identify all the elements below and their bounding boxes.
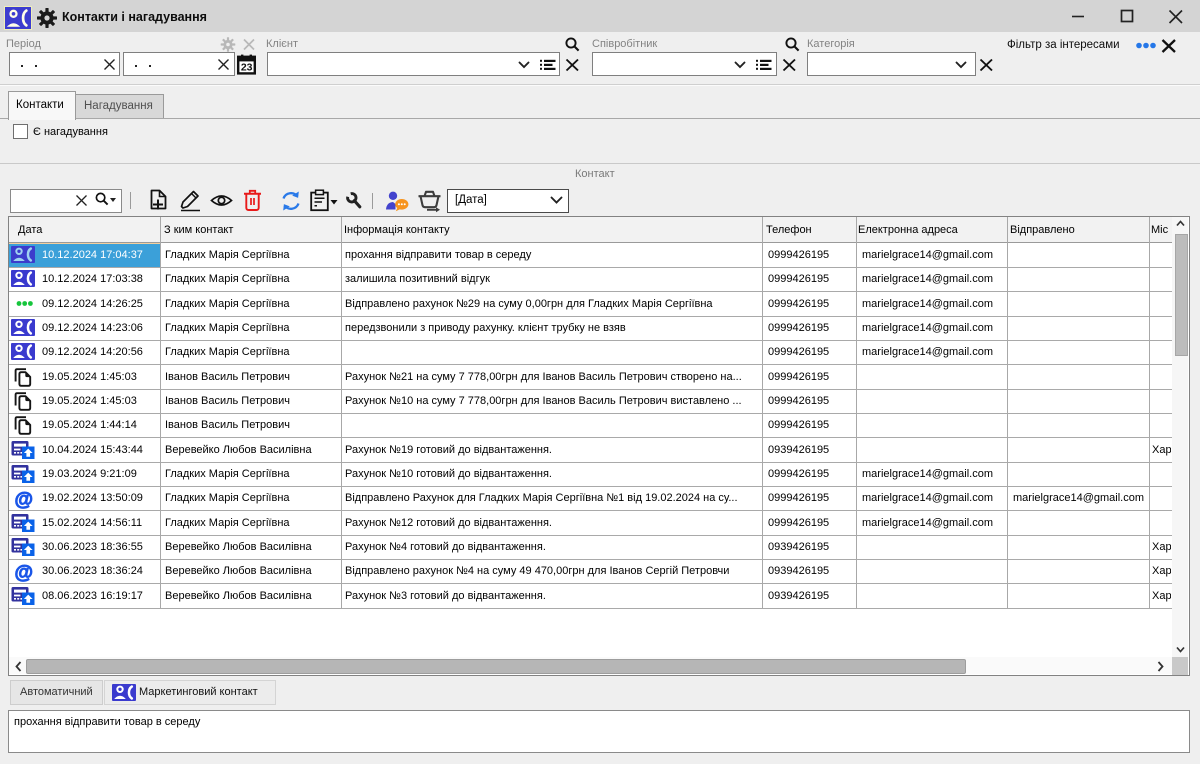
svg-text:@: @ (15, 490, 34, 509)
svg-text:@: @ (15, 563, 34, 582)
svg-text:23: 23 (241, 61, 253, 73)
